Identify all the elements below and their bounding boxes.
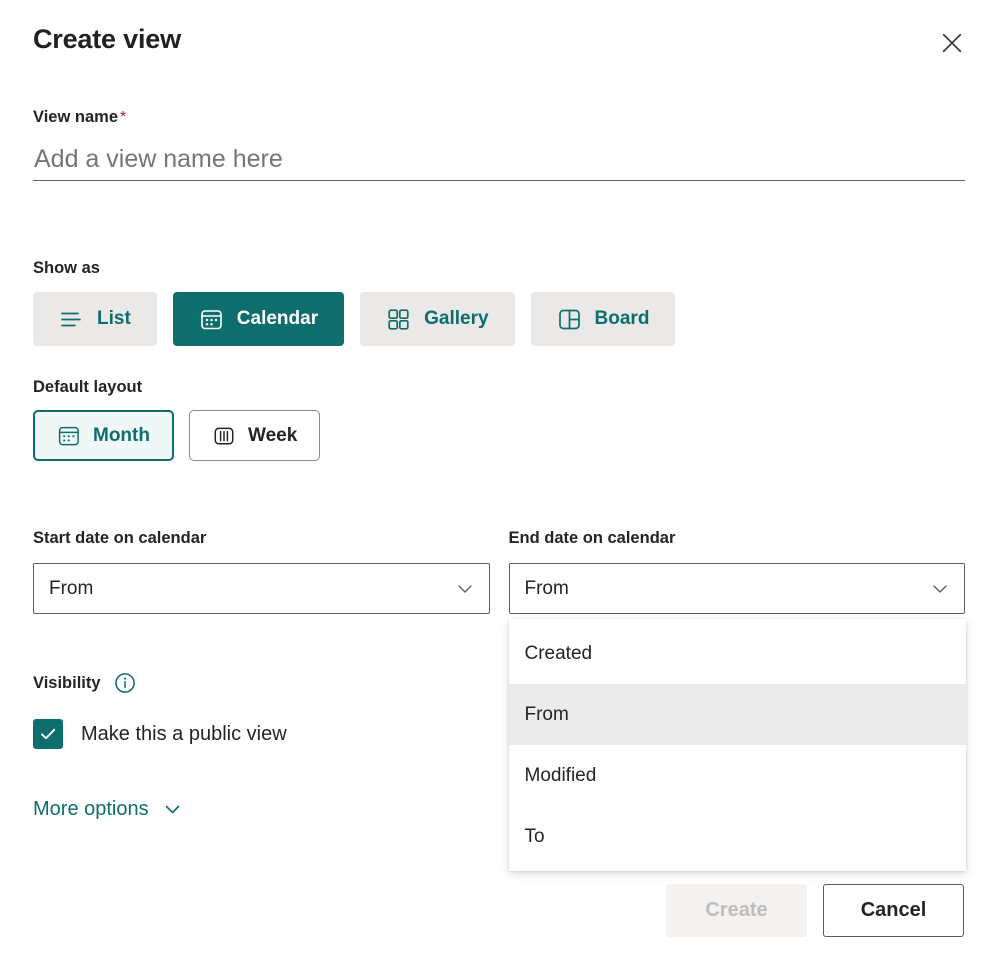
create-button[interactable]: Create bbox=[666, 884, 807, 937]
show-as-option-gallery-label: Gallery bbox=[424, 308, 489, 329]
show-as-label: Show as bbox=[33, 259, 100, 277]
end-date-dropdown-menu: Created From Modified To bbox=[508, 619, 966, 871]
show-as-option-calendar-label: Calendar bbox=[236, 308, 319, 329]
dialog-footer: Create Cancel bbox=[33, 884, 964, 937]
calendar-icon bbox=[199, 307, 224, 332]
public-view-checkbox[interactable] bbox=[33, 719, 63, 749]
default-layout-option-month[interactable]: Month bbox=[33, 410, 174, 461]
info-icon[interactable] bbox=[113, 671, 137, 695]
default-layout-option-week-label: Week bbox=[247, 424, 298, 446]
chevron-down-icon bbox=[162, 799, 183, 820]
view-name-section: View name * bbox=[33, 106, 965, 181]
default-layout-option-week[interactable]: Week bbox=[188, 410, 321, 461]
show-as-option-board-label: Board bbox=[594, 308, 650, 329]
default-layout-section: Default layout Month Week bbox=[33, 376, 965, 461]
calendar-week-icon bbox=[212, 424, 236, 448]
end-date-label: End date on calendar bbox=[508, 529, 676, 547]
dropdown-option-to[interactable]: To bbox=[508, 806, 966, 867]
show-as-option-list-label: List bbox=[97, 308, 131, 329]
date-fields-row: Start date on calendar From End date on … bbox=[33, 527, 966, 871]
show-as-option-calendar[interactable]: Calendar bbox=[172, 292, 345, 346]
checkmark-icon bbox=[38, 724, 58, 744]
more-options-toggle[interactable]: More options bbox=[33, 798, 183, 821]
chevron-down-icon bbox=[455, 579, 475, 599]
dropdown-option-modified[interactable]: Modified bbox=[508, 745, 966, 806]
show-as-option-gallery[interactable]: Gallery bbox=[360, 292, 515, 346]
page-title: Create view bbox=[33, 24, 181, 54]
show-as-section: Show as List Calendar Gallery Board bbox=[33, 257, 965, 346]
visibility-header: Visibility bbox=[33, 671, 473, 695]
end-date-value: From bbox=[524, 577, 569, 599]
more-options-label: More options bbox=[33, 798, 149, 820]
show-as-options: List Calendar Gallery Board bbox=[33, 292, 965, 346]
create-view-dialog: Create view View name* Show as bbox=[0, 0, 999, 967]
default-layout-options: Month Week bbox=[33, 410, 965, 461]
public-view-checkbox-label: Make this a public view bbox=[81, 723, 287, 745]
end-date-section: End date on calendar From Created From M… bbox=[508, 527, 966, 871]
public-view-checkbox-row[interactable]: Make this a public view bbox=[33, 719, 473, 749]
board-icon bbox=[557, 307, 582, 332]
list-icon bbox=[59, 307, 84, 332]
dialog-header: Create view bbox=[33, 18, 969, 64]
close-icon bbox=[941, 32, 963, 54]
visibility-section: Visibility Make this a public view bbox=[33, 671, 473, 749]
default-layout-label: Default layout bbox=[33, 378, 143, 396]
dropdown-option-from[interactable]: From bbox=[508, 684, 966, 745]
required-asterisk: * bbox=[120, 109, 127, 126]
calendar-month-icon bbox=[57, 424, 81, 448]
gallery-icon bbox=[386, 307, 411, 332]
close-button[interactable] bbox=[935, 26, 969, 60]
start-date-value: From bbox=[49, 577, 94, 599]
start-date-label: Start date on calendar bbox=[33, 529, 207, 547]
show-as-option-board[interactable]: Board bbox=[530, 292, 676, 346]
start-date-section: Start date on calendar From bbox=[33, 527, 490, 614]
view-name-label: View name * bbox=[33, 106, 965, 129]
default-layout-option-month-label: Month bbox=[93, 424, 150, 446]
cancel-button[interactable]: Cancel bbox=[823, 884, 964, 937]
view-name-label-text: View name bbox=[33, 108, 118, 126]
chevron-down-icon bbox=[930, 579, 950, 599]
show-as-option-list[interactable]: List bbox=[33, 292, 157, 346]
start-date-select[interactable]: From bbox=[33, 563, 490, 614]
view-name-input[interactable] bbox=[33, 145, 965, 181]
end-date-select[interactable]: From bbox=[508, 563, 965, 614]
dropdown-option-created[interactable]: Created bbox=[508, 623, 966, 684]
visibility-label: Visibility bbox=[33, 674, 101, 692]
